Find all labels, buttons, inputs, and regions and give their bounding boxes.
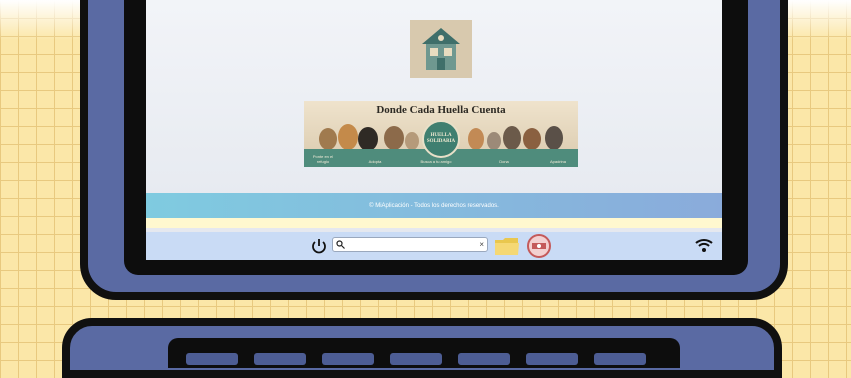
search-input[interactable] (347, 238, 473, 251)
page-footer: © MiAplicación - Todos los derechos rese… (146, 193, 722, 218)
folder-icon[interactable] (494, 235, 520, 257)
keyboard-key (390, 353, 442, 365)
taskbar: × (146, 232, 722, 260)
keyboard-key (594, 353, 646, 365)
keyboard-key (186, 353, 238, 365)
search-box[interactable]: × (332, 237, 488, 252)
keyboard-key (526, 353, 578, 365)
clear-search-button[interactable]: × (479, 238, 484, 251)
emblem-line-2: SOLIDARIA (426, 139, 456, 144)
banner-caption: Ponte en el refugio (312, 154, 334, 164)
footer-underline (146, 218, 722, 228)
app-screen: Donde Cada Huella Cuenta HUELLA SOLIDARI… (146, 0, 722, 260)
wifi-icon[interactable] (694, 237, 714, 253)
banner-caption: Busca a tu amigo (420, 159, 452, 164)
banner-caption: Dona (499, 159, 509, 164)
keyboard-key (254, 353, 306, 365)
house-paw-logo[interactable] (410, 20, 472, 78)
hero-banner: Donde Cada Huella Cuenta HUELLA SOLIDARI… (304, 101, 578, 167)
power-icon[interactable] (310, 237, 328, 255)
keyboard-key (322, 353, 374, 365)
banner-caption: Adopta (368, 159, 382, 164)
banner-emblem: HUELLA SOLIDARIA (422, 120, 460, 158)
record-badge-icon[interactable] (526, 233, 552, 259)
search-icon (336, 240, 345, 249)
footer-text: © MiAplicación - Todos los derechos rese… (369, 202, 499, 209)
keyboard-key (458, 353, 510, 365)
banner-caption: Apadrina (549, 159, 566, 164)
